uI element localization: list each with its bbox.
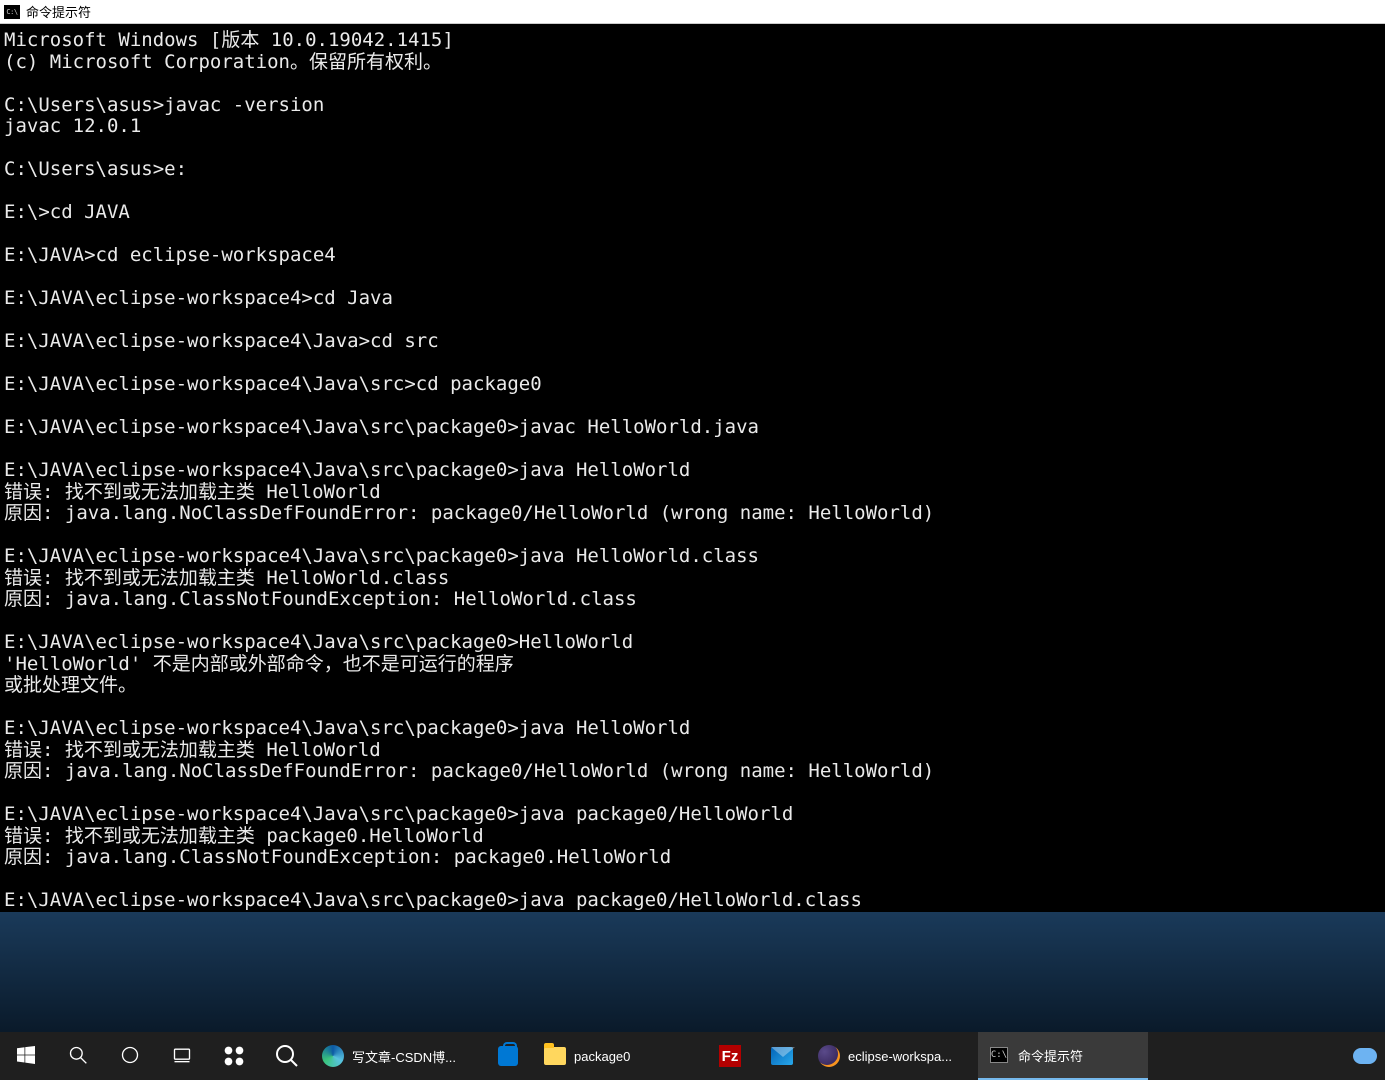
windows-icon: [17, 1046, 35, 1067]
store-icon: [497, 1045, 519, 1067]
grid-icon: [223, 1045, 245, 1067]
search-button[interactable]: [52, 1032, 104, 1080]
cmd-window-icon: C:\: [4, 5, 20, 19]
taskbar-item-cmd[interactable]: C:\ 命令提示符: [978, 1032, 1148, 1080]
taskbar-item-label: package0: [574, 1049, 630, 1064]
terminal-output[interactable]: Microsoft Windows [版本 10.0.19042.1415] (…: [0, 24, 1385, 912]
taskbar-magnifier[interactable]: [260, 1032, 312, 1080]
cmd-icon: C:\: [988, 1044, 1010, 1066]
cortana-button[interactable]: [104, 1032, 156, 1080]
taskbar-item-label: eclipse-workspa...: [848, 1049, 952, 1064]
taskbar-item-edge[interactable]: 写文章-CSDN博...: [312, 1032, 482, 1080]
taskbar-app-s5[interactable]: [208, 1032, 260, 1080]
folder-icon: [544, 1045, 566, 1067]
window-titlebar[interactable]: C:\ 命令提示符: [0, 0, 1385, 24]
taskbar-item-label: 写文章-CSDN博...: [352, 1047, 456, 1066]
taskbar-item-label: 命令提示符: [1018, 1046, 1083, 1065]
cortana-icon: [120, 1045, 140, 1068]
task-view-icon: [172, 1045, 192, 1068]
taskbar-item-mail[interactable]: [756, 1032, 808, 1080]
start-button[interactable]: [0, 1032, 52, 1080]
magnifier-icon: [274, 1043, 298, 1070]
taskbar-item-eclipse[interactable]: eclipse-workspa...: [808, 1032, 978, 1080]
taskbar-item-filezilla[interactable]: Fz: [704, 1032, 756, 1080]
search-icon: [68, 1045, 88, 1068]
task-view-button[interactable]: [156, 1032, 208, 1080]
eclipse-icon: [818, 1045, 840, 1067]
edge-icon: [322, 1045, 344, 1067]
taskbar: 写文章-CSDN博... package0 Fz eclipse-workspa…: [0, 1032, 1385, 1080]
cloud-icon[interactable]: [1353, 1048, 1377, 1064]
filezilla-icon: Fz: [719, 1045, 741, 1067]
taskbar-item-folder[interactable]: package0: [534, 1032, 704, 1080]
mail-icon: [771, 1045, 793, 1067]
desktop-background-strip: [0, 912, 1385, 1032]
window-title: 命令提示符: [26, 2, 91, 21]
taskbar-item-store[interactable]: [482, 1032, 534, 1080]
